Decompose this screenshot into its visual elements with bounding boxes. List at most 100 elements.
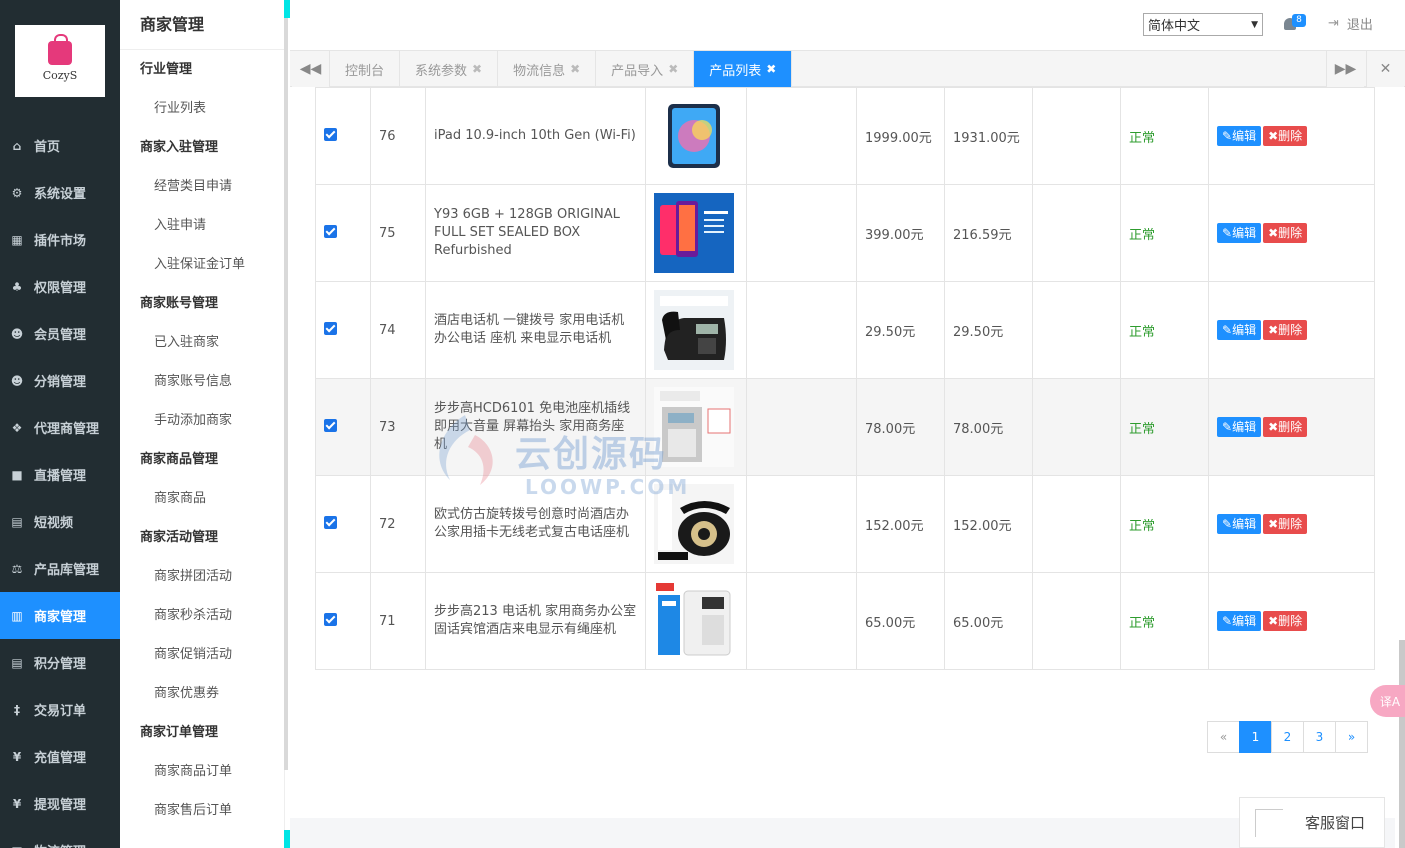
- edit-button[interactable]: ✎编辑: [1217, 223, 1262, 243]
- submenu-item[interactable]: 手动添加商家: [120, 401, 284, 440]
- submenu-item[interactable]: 商家商品: [120, 479, 284, 518]
- submenu-item[interactable]: 商家拼团活动: [120, 557, 284, 596]
- edit-button[interactable]: ✎编辑: [1217, 126, 1262, 146]
- nav-item-4[interactable]: ☻ 会员管理: [0, 310, 120, 357]
- pagination-page-2[interactable]: 2: [1271, 721, 1304, 753]
- tab-1[interactable]: 系统参数 ✖: [400, 51, 499, 87]
- menu-group-title[interactable]: 行业管理: [120, 50, 284, 89]
- row-checkbox[interactable]: [324, 612, 337, 626]
- submenu-item[interactable]: 入驻申请: [120, 206, 284, 245]
- language-select[interactable]: 简体中文 ▼: [1143, 13, 1263, 36]
- pagination-page-3[interactable]: 3: [1303, 721, 1336, 753]
- nav-item-9[interactable]: ⚖ 产品库管理: [0, 545, 120, 592]
- tab-scroll-left-button[interactable]: ◀◀: [292, 51, 330, 87]
- product-image[interactable]: [654, 484, 734, 564]
- notification-button[interactable]: 8: [1282, 14, 1306, 34]
- close-all-tabs-button[interactable]: ✕: [1366, 51, 1404, 87]
- submenu-item[interactable]: 商家账号信息: [120, 362, 284, 401]
- nav-item-12[interactable]: ‡ 交易订单: [0, 686, 120, 733]
- close-tab-icon[interactable]: ✖: [766, 62, 776, 76]
- menu-group-title[interactable]: 商家入驻管理: [120, 128, 284, 167]
- submenu-item[interactable]: 已入驻商家: [120, 323, 284, 362]
- nav-item-label: 物流管理: [34, 841, 86, 848]
- tab-4[interactable]: 产品列表 ✖: [694, 51, 793, 87]
- nav-item-14[interactable]: ¥ 提现管理: [0, 780, 120, 827]
- delete-button[interactable]: ✖删除: [1263, 126, 1308, 146]
- edit-button[interactable]: ✎编辑: [1217, 417, 1262, 437]
- status-text: 正常: [1129, 324, 1156, 340]
- edit-button[interactable]: ✎编辑: [1217, 320, 1262, 340]
- tab-scroll-right-button[interactable]: ▶▶: [1326, 51, 1364, 87]
- table-row[interactable]: 73 步步高HCD6101 免电池座机插线 即用大音量 屏幕抬头 家用商务座机 78…: [315, 378, 1375, 476]
- tab-0[interactable]: 控制台: [330, 51, 401, 87]
- submenu-item[interactable]: 商家秒杀活动: [120, 596, 284, 635]
- chevron-down-icon: ▼: [1251, 19, 1258, 30]
- edit-button[interactable]: ✎编辑: [1217, 611, 1262, 631]
- nav-item-label: 直播管理: [34, 469, 87, 484]
- sign-out-icon: ⇥: [1328, 16, 1339, 31]
- nav-item-15[interactable]: ▣ 物流管理: [0, 827, 120, 848]
- menu-group-title[interactable]: 商家账号管理: [120, 284, 284, 323]
- nav-item-7[interactable]: ■ 直播管理: [0, 451, 120, 498]
- tab-2[interactable]: 物流信息 ✖: [498, 51, 597, 87]
- close-tab-icon[interactable]: ✖: [472, 62, 482, 76]
- nav-item-0[interactable]: ⌂ 首页: [0, 122, 120, 169]
- submenu-item[interactable]: 商家优惠券: [120, 674, 284, 713]
- submenu-item[interactable]: 经营类目申请: [120, 167, 284, 206]
- nav-item-11[interactable]: ▤ 积分管理: [0, 639, 120, 686]
- product-image[interactable]: [654, 193, 734, 273]
- menu-group-title[interactable]: 商家活动管理: [120, 518, 284, 557]
- nav-item-label: 代理商管理: [34, 422, 100, 437]
- translate-button[interactable]: 译A: [1370, 685, 1405, 717]
- row-checkbox[interactable]: [324, 321, 337, 335]
- content-scrollbar[interactable]: [1399, 640, 1405, 848]
- submenu-item[interactable]: 商家商品订单: [120, 752, 284, 791]
- logo[interactable]: CozyS: [15, 25, 105, 97]
- submenu-item[interactable]: 入驻保证金订单: [120, 245, 284, 284]
- menu-group-title[interactable]: 商家商品管理: [120, 440, 284, 479]
- nav-item-6[interactable]: ❖ 代理商管理: [0, 404, 120, 451]
- edit-button[interactable]: ✎编辑: [1217, 514, 1262, 534]
- nav-item-5[interactable]: ☻ 分销管理: [0, 357, 120, 404]
- submenu-item[interactable]: 商家促销活动: [120, 635, 284, 674]
- product-name: 步步高HCD6101 免电池座机插线 即用大音量 屏幕抬头 家用商务座机: [434, 401, 631, 452]
- close-tab-icon[interactable]: ✖: [668, 62, 678, 76]
- row-checkbox[interactable]: [324, 224, 337, 238]
- sidebar-scrollbar[interactable]: [284, 18, 288, 770]
- row-checkbox[interactable]: [324, 127, 337, 141]
- nav-item-3[interactable]: ♣ 权限管理: [0, 263, 120, 310]
- logout-button[interactable]: ⇥ 退出: [1328, 14, 1373, 33]
- product-image[interactable]: [654, 581, 734, 661]
- pencil-icon: ✎: [1222, 517, 1233, 531]
- delete-button[interactable]: ✖删除: [1263, 320, 1308, 340]
- delete-button[interactable]: ✖删除: [1263, 514, 1308, 534]
- nav-item-1[interactable]: ⚙ 系统设置: [0, 169, 120, 216]
- table-row[interactable]: 75 Y93 6GB + 128GB ORIGINAL FULL SET SEAL…: [315, 184, 1375, 282]
- close-tab-icon[interactable]: ✖: [570, 62, 580, 76]
- menu-group-title[interactable]: 商家订单管理: [120, 713, 284, 752]
- row-checkbox[interactable]: [324, 418, 337, 432]
- table-row[interactable]: 74 酒店电话机 一键拨号 家用电话机 办公电话 座机 来电显示电话机 29.50元…: [315, 281, 1375, 379]
- product-image[interactable]: [654, 387, 734, 467]
- delete-button[interactable]: ✖删除: [1263, 223, 1308, 243]
- customer-service-window[interactable]: 客服窗口: [1239, 797, 1385, 848]
- product-image[interactable]: [654, 290, 734, 370]
- nav-item-13[interactable]: ¥ 充值管理: [0, 733, 120, 780]
- pagination-next[interactable]: »: [1335, 721, 1368, 753]
- status-cell: 正常: [1120, 87, 1209, 185]
- nav-item-2[interactable]: ▦ 插件市场: [0, 216, 120, 263]
- table-row[interactable]: 72 欧式仿古旋转拨号创意时尚酒店办公家用插卡无线老式复古电话座机 152.00元 1…: [315, 475, 1375, 573]
- pagination-prev[interactable]: «: [1207, 721, 1240, 753]
- pagination-page-1[interactable]: 1: [1239, 721, 1272, 753]
- tab-3[interactable]: 产品导入 ✖: [596, 51, 695, 87]
- nav-item-8[interactable]: ▤ 短视频: [0, 498, 120, 545]
- row-checkbox[interactable]: [324, 515, 337, 529]
- delete-button[interactable]: ✖删除: [1263, 417, 1308, 437]
- delete-button[interactable]: ✖删除: [1263, 611, 1308, 631]
- table-row[interactable]: 71 步步高213 电话机 家用商务办公室 固话宾馆酒店来电显示有绳座机 65.00…: [315, 572, 1375, 670]
- nav-item-10[interactable]: ▥ 商家管理: [0, 592, 120, 639]
- table-row[interactable]: 76 iPad 10.9-inch 10th Gen (Wi-Fi) 1999.00…: [315, 87, 1375, 185]
- submenu-item[interactable]: 行业列表: [120, 89, 284, 128]
- submenu-item[interactable]: 商家售后订单: [120, 791, 284, 830]
- product-image[interactable]: [654, 96, 734, 176]
